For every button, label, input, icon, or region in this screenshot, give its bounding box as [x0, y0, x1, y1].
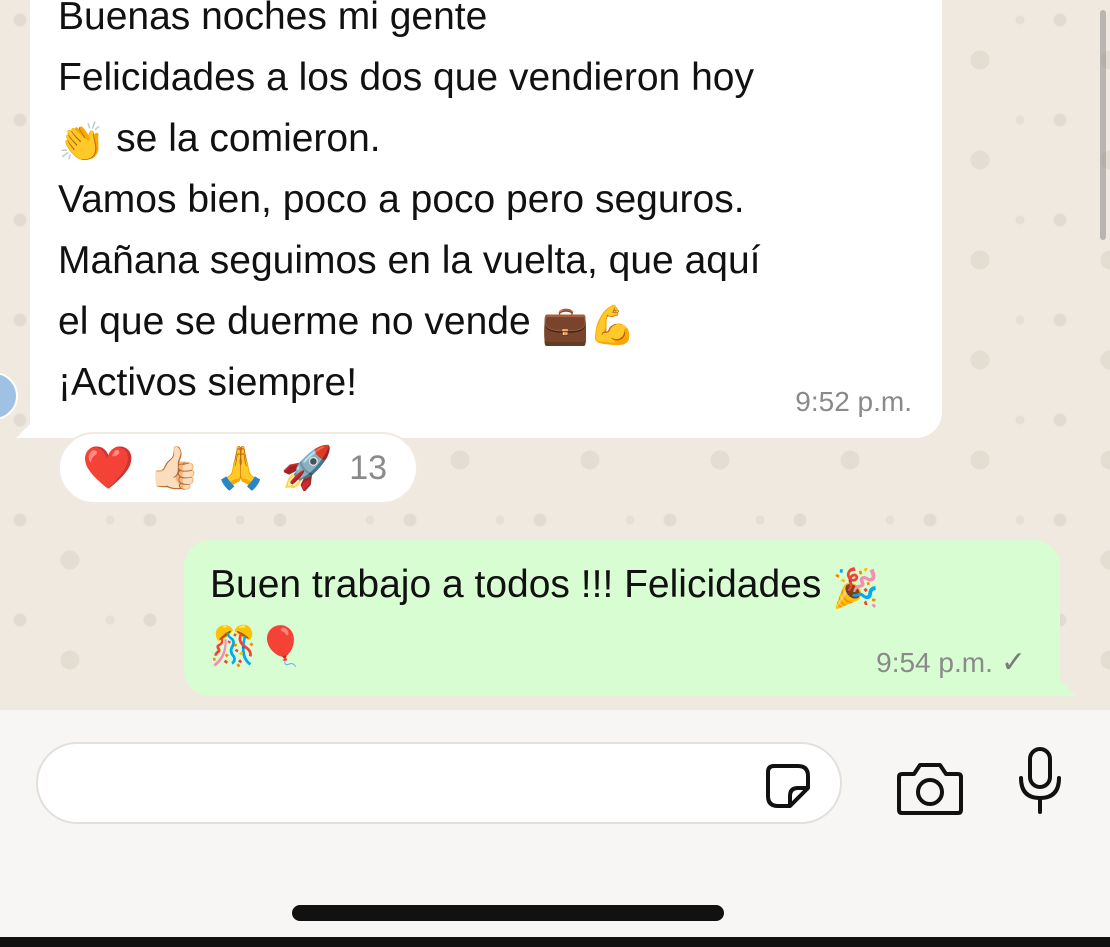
- rocket-reaction: 🚀: [280, 444, 334, 491]
- message-line: ¡Activos siempre!: [58, 361, 358, 404]
- microphone-icon[interactable]: [1016, 746, 1064, 816]
- outgoing-message-bubble[interactable]: Buen trabajo a todos !!! Felicidades 🎉 🎊…: [184, 540, 1060, 696]
- message-line: 👏 se la comieron.: [58, 108, 914, 169]
- message-text: Buen trabajo a todos !!! Felicidades: [210, 563, 822, 606]
- confetti-ball-emoji: 🎊: [210, 626, 258, 668]
- camera-icon[interactable]: [896, 760, 964, 816]
- message-line: Buen trabajo a todos !!! Felicidades 🎉: [210, 556, 1036, 614]
- party-popper-emoji: 🎉: [832, 568, 880, 610]
- thumbs-up-reaction: 👍🏻: [148, 444, 201, 491]
- reactions-bar[interactable]: ❤️ 👍🏻 🙏 🚀 13: [58, 432, 418, 504]
- scroll-indicator[interactable]: [1100, 10, 1106, 240]
- message-input-box[interactable]: [36, 742, 842, 824]
- message-line: Vamos bien, poco a poco pero seguros.: [58, 178, 745, 221]
- clap-emoji: 👏: [58, 122, 106, 164]
- message-line: Mañana seguimos en la vuelta, que aquí: [58, 239, 761, 282]
- muscle-emoji: 💪: [588, 305, 637, 347]
- message-text: el que se duerme no vende: [58, 300, 531, 343]
- screen-bottom-edge: [0, 937, 1110, 947]
- incoming-message-bubble[interactable]: Buenas noches mi gente Felicidades a los…: [30, 0, 942, 438]
- message-text: se la comieron.: [116, 117, 381, 160]
- message-composer: [0, 710, 1110, 947]
- reaction-count: 13: [349, 448, 388, 487]
- sticker-icon[interactable]: [764, 762, 812, 810]
- home-indicator[interactable]: [292, 905, 724, 921]
- sent-check-icon: ✓: [1000, 646, 1026, 679]
- message-line: Buenas noches mi gente: [58, 0, 488, 38]
- timestamp-text: 9:54 p.m.: [876, 647, 993, 678]
- message-line: Felicidades a los dos que vendieron hoy: [58, 56, 754, 99]
- message-timestamp: 9:52 p.m.: [795, 386, 912, 417]
- message-line: el que se duerme no vende 💼💪: [58, 291, 914, 352]
- pray-reaction: 🙏: [214, 444, 267, 491]
- message-input[interactable]: [68, 762, 762, 808]
- message-timestamp: 9:54 p.m. ✓: [876, 648, 1026, 678]
- heart-reaction: ❤️: [82, 444, 135, 491]
- balloon-emoji: 🎈: [257, 626, 305, 668]
- briefcase-emoji: 💼: [541, 305, 589, 347]
